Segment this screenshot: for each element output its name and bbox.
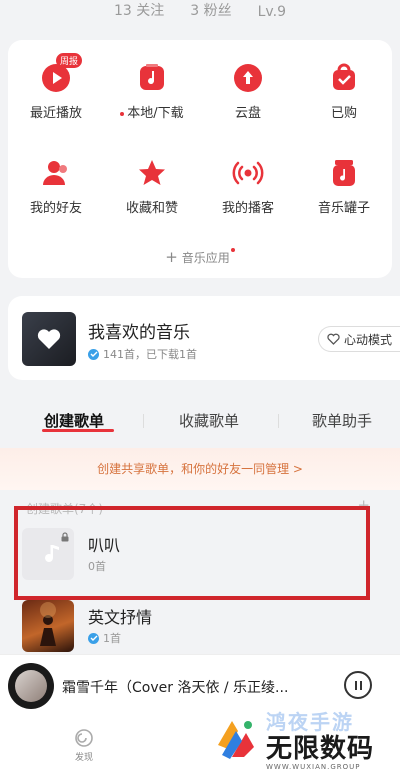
watermark-logo-icon bbox=[212, 715, 260, 763]
quick-item-label: 收藏和赞 bbox=[125, 201, 178, 216]
quick-item-purchased[interactable]: 已购 bbox=[296, 62, 392, 121]
following-count[interactable]: 13 关注 bbox=[114, 0, 164, 20]
heartbeat-mode-label: 心动模式 bbox=[343, 332, 392, 347]
music-apps-label: 音乐应用 bbox=[181, 251, 230, 265]
quick-item-label: 我的好友 bbox=[29, 201, 82, 216]
music-jar-icon bbox=[328, 157, 360, 189]
site-watermark: 鸿夜手游 无限数码 WWW.WUXIAN.GROUP bbox=[212, 704, 400, 773]
playlist-tabs: 创建歌单 收藏歌单 歌单助手 bbox=[0, 404, 400, 438]
profile-stats: 13 关注 3 粉丝 Lv.9 bbox=[0, 0, 400, 26]
album-art bbox=[15, 670, 47, 702]
playlist-row[interactable]: 英文抒情 1首 bbox=[0, 590, 400, 662]
tab-playlist-assistant[interactable]: 歌单助手 bbox=[312, 410, 372, 431]
playlist-title: 英文抒情 bbox=[88, 608, 153, 627]
quick-item-label: 最近播放 bbox=[29, 106, 82, 121]
quick-item-friends[interactable]: 我的好友 bbox=[8, 157, 104, 216]
music-apps-button[interactable]: + 音乐应用 bbox=[8, 248, 392, 266]
downloaded-check-icon bbox=[88, 348, 99, 360]
play-icon: 周报 bbox=[40, 53, 83, 94]
liked-subtitle: 141首，已下载1首 bbox=[103, 348, 197, 361]
friends-icon bbox=[40, 157, 72, 189]
liked-title: 我喜欢的音乐 bbox=[88, 323, 190, 343]
quick-access-card: 周报 最近播放 本地/下载 云盘 已购 我的好友 收藏和赞 我的播客 音乐罐子 … bbox=[8, 40, 392, 278]
watermark-top-text: 鸿夜手游 bbox=[266, 710, 354, 734]
quick-item-label: 云盘 bbox=[234, 106, 261, 121]
star-icon bbox=[136, 157, 168, 189]
tab-collected[interactable]: 收藏歌单 bbox=[179, 410, 239, 431]
nav-discover-label: 发现 bbox=[74, 753, 93, 763]
level-label[interactable]: Lv.9 bbox=[258, 4, 286, 20]
quick-item-label: 我的播客 bbox=[221, 201, 274, 216]
tab-created[interactable]: 创建歌单 bbox=[44, 410, 104, 431]
liked-cover bbox=[22, 312, 76, 366]
nav-discover[interactable]: 发现 bbox=[64, 728, 104, 763]
watermark-url: WWW.WUXIAN.GROUP bbox=[266, 763, 361, 771]
active-tab-underline bbox=[42, 429, 114, 432]
performer-silhouette-icon bbox=[40, 602, 56, 646]
highlight-annotation-box bbox=[14, 506, 370, 600]
quick-item-label: 音乐罐子 bbox=[317, 201, 370, 216]
pause-button[interactable] bbox=[344, 671, 372, 699]
tab-divider bbox=[278, 414, 279, 428]
plus-icon: + bbox=[165, 248, 178, 266]
watermark-main-text: 无限数码 bbox=[266, 734, 375, 764]
shared-playlist-banner[interactable]: 创建共享歌单，和你的好友一同管理 > bbox=[0, 448, 400, 490]
heart-icon bbox=[37, 329, 61, 349]
cloud-upload-icon bbox=[232, 62, 264, 94]
heartbeat-mode-button[interactable]: 心动模式 bbox=[317, 326, 400, 352]
quick-item-podcast[interactable]: 我的播客 bbox=[200, 157, 296, 216]
quick-item-music-jar[interactable]: 音乐罐子 bbox=[296, 157, 392, 216]
new-dot bbox=[120, 111, 125, 116]
downloaded-check-icon bbox=[88, 632, 99, 644]
broadcast-icon bbox=[232, 157, 264, 189]
music-note-icon bbox=[136, 62, 168, 94]
quick-item-favorites[interactable]: 收藏和赞 bbox=[104, 157, 200, 216]
shopping-bag-icon bbox=[328, 62, 360, 94]
new-dot bbox=[230, 248, 235, 252]
pause-icon bbox=[354, 680, 357, 690]
player-disc[interactable] bbox=[8, 663, 54, 709]
playlist-cover bbox=[22, 600, 74, 652]
netease-logo-icon bbox=[75, 729, 93, 747]
now-playing-title: 霜雪千年（Cover 洛天依 / 乐正绫... bbox=[62, 680, 289, 696]
followers-count[interactable]: 3 粉丝 bbox=[190, 0, 231, 20]
playlist-track-count: 1首 bbox=[103, 632, 121, 645]
quick-item-local[interactable]: 本地/下载 bbox=[104, 62, 200, 121]
weekly-report-badge: 周报 bbox=[56, 53, 83, 68]
quick-item-label: 本地/下载 bbox=[127, 106, 184, 121]
quick-item-cloud[interactable]: 云盘 bbox=[200, 62, 296, 121]
quick-item-recent[interactable]: 周报 最近播放 bbox=[8, 53, 104, 121]
heart-outline-icon bbox=[327, 333, 340, 345]
tab-divider bbox=[143, 414, 144, 428]
quick-item-label: 已购 bbox=[330, 106, 357, 121]
liked-music-card[interactable]: 我喜欢的音乐 141首，已下载1首 心动模式 bbox=[8, 296, 400, 380]
